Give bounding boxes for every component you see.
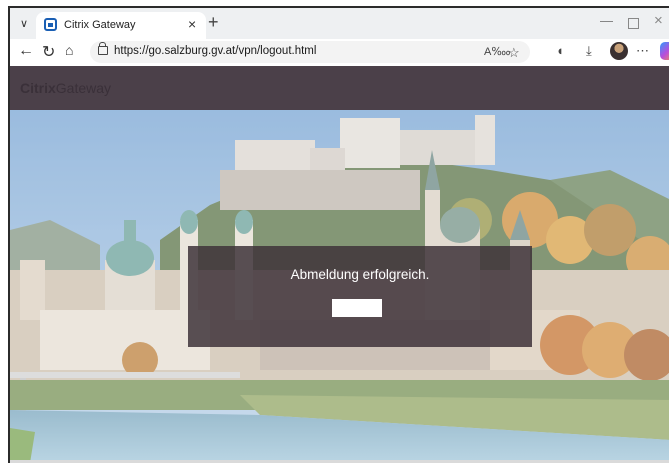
minimize-icon[interactable]: — — [600, 13, 613, 28]
maximize-icon[interactable] — [628, 18, 639, 29]
page-viewport: CitrixGateway Abmeldung erfolgreich. — [10, 66, 669, 463]
tab-strip: ∨ Citrix Gateway × + — × — [10, 8, 669, 39]
favicon-icon — [44, 18, 57, 31]
browser-toolbar: ← ↻ ⌂ https://go.salzburg.gv.at/vpn/logo… — [10, 39, 669, 66]
read-aloud-icon[interactable]: A‱ — [484, 45, 510, 58]
address-bar[interactable]: https://go.salzburg.gv.at/vpn/logout.htm… — [90, 41, 530, 63]
tab-citrix-gateway[interactable]: Citrix Gateway × — [36, 12, 206, 39]
profile-avatar[interactable] — [610, 42, 628, 60]
copilot-icon[interactable] — [660, 42, 669, 60]
refresh-icon[interactable]: ↻ — [42, 42, 55, 62]
chevron-down-icon[interactable]: ∨ — [20, 17, 28, 30]
more-icon[interactable]: ⋯ — [636, 43, 649, 59]
lock-icon[interactable] — [98, 42, 108, 55]
dialog-button[interactable] — [332, 299, 382, 317]
close-icon[interactable]: × — [188, 16, 196, 32]
browser-window: ∨ Citrix Gateway × + — × ← ↻ ⌂ https://g… — [8, 6, 669, 463]
logout-dialog: Abmeldung erfolgreich. — [188, 246, 532, 347]
back-icon[interactable]: ← — [18, 42, 34, 60]
home-icon[interactable]: ⌂ — [65, 42, 73, 58]
copilot-sidebar-icon[interactable]: ◖ — [556, 43, 564, 58]
favorite-star-icon[interactable]: ☆ — [508, 45, 520, 61]
logout-message: Abmeldung erfolgreich. — [290, 267, 430, 282]
window-close-icon[interactable]: × — [654, 12, 663, 29]
gateway-header: CitrixGateway — [10, 66, 669, 110]
plus-icon[interactable]: + — [208, 12, 219, 33]
downloads-icon[interactable]: ⤓ — [586, 43, 592, 59]
url-text[interactable]: https://go.salzburg.gv.at/vpn/logout.htm… — [114, 45, 316, 57]
tab-title: Citrix Gateway — [64, 19, 136, 31]
gateway-logo: CitrixGateway — [20, 80, 112, 96]
